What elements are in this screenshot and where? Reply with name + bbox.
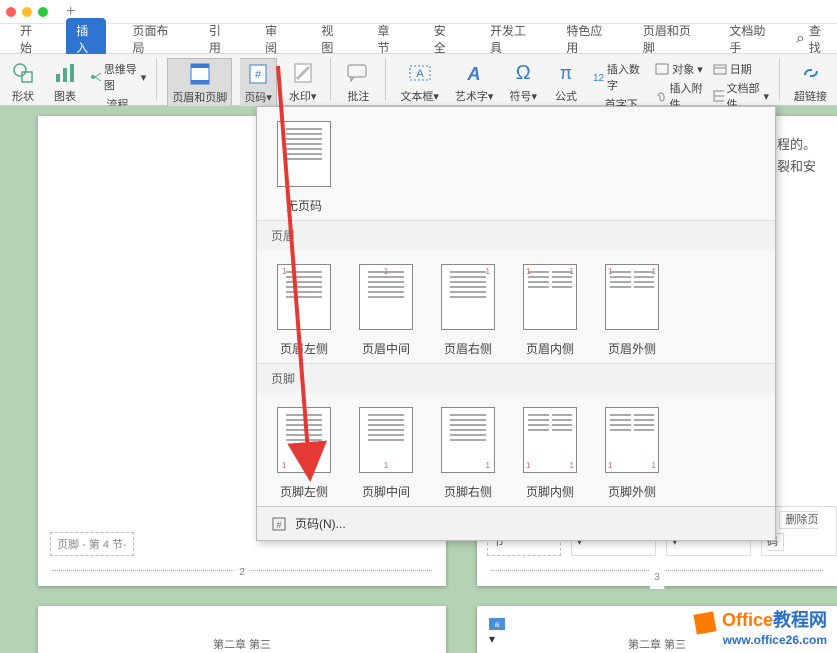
opt-footer-right[interactable]: 1页脚右侧 <box>441 407 495 500</box>
insert-group-2: 对象▾ 插入附件 <box>655 58 704 112</box>
docpart-icon <box>713 90 724 102</box>
watermark-icon <box>291 61 315 85</box>
svg-text:A: A <box>467 64 481 84</box>
footer-line-left: 2 <box>52 570 432 576</box>
section-header-label: 页眉 <box>257 220 775 250</box>
chart-icon <box>54 62 76 84</box>
svg-text:#: # <box>276 520 281 530</box>
footer-tag-left: 页脚 - 第 4 节- <box>50 532 134 556</box>
opt-header-right[interactable]: 1页眉右侧 <box>441 264 495 357</box>
footer-line-right: 3 <box>491 570 823 576</box>
textbox-button[interactable]: A 文本框▾ <box>396 58 443 106</box>
section-footer-label: 页脚 <box>257 363 775 393</box>
textbox-icon: A <box>408 62 432 84</box>
comment-button[interactable]: 批注 <box>341 58 375 106</box>
object-button[interactable]: 对象▾ <box>655 61 704 77</box>
opt-no-pagenum[interactable]: 无页码 <box>277 121 331 214</box>
insert-number-icon: 12 <box>591 71 604 83</box>
watermark-button[interactable]: 水印▾ <box>285 58 321 106</box>
formula-icon: π <box>553 60 579 86</box>
page-left-2[interactable]: 第二章 第三 <box>38 606 446 653</box>
date-icon <box>713 63 727 75</box>
opt-header-outside[interactable]: 11页眉外侧 <box>605 264 659 357</box>
header-footer-button[interactable]: 页眉和页脚 <box>167 58 232 108</box>
opt-header-left[interactable]: 1页眉左侧 <box>277 264 331 357</box>
opt-footer-center[interactable]: 1页脚中间 <box>359 407 413 500</box>
opt-footer-outside[interactable]: 11页脚外侧 <box>605 407 659 500</box>
separator <box>385 58 386 100</box>
chart-button[interactable]: 图表 <box>48 58 82 106</box>
chapter-right: 第二章 第三 <box>628 636 686 652</box>
insert-number-button[interactable]: 12插入数字 <box>591 61 647 93</box>
hyperlink-icon <box>799 63 823 83</box>
search-button[interactable]: ⌕ 查找 <box>796 22 827 56</box>
chapter-left: 第二章 第三 <box>213 636 271 652</box>
page-number-button[interactable]: # 页码▾ <box>240 58 277 108</box>
header-footer-icon <box>188 62 212 86</box>
ribbon-insert: 形状 图表 思维导图▾ 流程图▾ 页眉和页脚 # 页码▾ 水印▾ 批注 A 文本… <box>0 54 837 106</box>
symbol-button[interactable]: Ω 符号▾ <box>505 58 541 106</box>
separator <box>779 58 780 100</box>
search-label: 查找 <box>809 22 827 56</box>
separator <box>330 58 331 100</box>
opt-header-center[interactable]: 1页眉中间 <box>359 264 413 357</box>
page-number-right: 3 <box>650 567 664 589</box>
object-icon <box>655 63 669 75</box>
opt-footer-left[interactable]: 1页脚左侧 <box>277 407 331 500</box>
formula-button[interactable]: π 公式 <box>549 58 583 106</box>
attach-icon <box>655 90 666 102</box>
page-number-dropdown: 无页码 页眉 1页眉左侧 1页眉中间 1页眉右侧 11页眉内侧 11页眉外侧 页… <box>256 106 776 541</box>
wordart-icon: A <box>462 62 486 84</box>
watermark-logo-icon <box>693 611 716 634</box>
insert-group-3: 日期 文档部件▾ <box>713 58 769 112</box>
shapes-icon <box>12 62 34 84</box>
svg-text:12: 12 <box>593 73 604 83</box>
page-number-icon: # <box>246 62 270 86</box>
opt-footer-inside[interactable]: 11页脚内侧 <box>523 407 577 500</box>
site-watermark: Office教程网 www.office26.com <box>695 606 827 647</box>
svg-text:a: a <box>495 620 500 629</box>
more-pagenum-button[interactable]: # 页码(N)... <box>257 506 775 540</box>
date-button[interactable]: 日期 <box>713 61 769 77</box>
wordart-button[interactable]: A 艺术字▾ <box>451 58 498 106</box>
opt-header-inside[interactable]: 11页眉内侧 <box>523 264 577 357</box>
svg-text:#: # <box>255 69 262 81</box>
shapes-button[interactable]: 形状 <box>6 58 40 106</box>
traffic-min[interactable] <box>22 7 32 17</box>
mindmap-button[interactable]: 思维导图▾ <box>90 61 146 93</box>
separator <box>156 58 157 100</box>
comment-icon <box>346 63 370 83</box>
traffic-close[interactable] <box>6 7 16 17</box>
page-number-left: 2 <box>235 567 249 578</box>
thumb-nopn <box>277 121 331 187</box>
traffic-max[interactable] <box>38 7 48 17</box>
mindmap-icon <box>90 71 101 83</box>
svg-text:A: A <box>416 68 424 80</box>
field-icon[interactable]: a ▾ <box>489 618 507 646</box>
symbol-icon: Ω <box>510 60 536 86</box>
pagenum-dialog-icon: # <box>271 516 287 532</box>
ribbon-tabs: 开始 插入 页面布局 引用 审阅 视图 章节 安全 开发工具 特色应用 页眉和页… <box>0 24 837 54</box>
hyperlink-button[interactable]: 超链接 <box>790 58 831 106</box>
search-icon: ⌕ <box>796 30 805 48</box>
